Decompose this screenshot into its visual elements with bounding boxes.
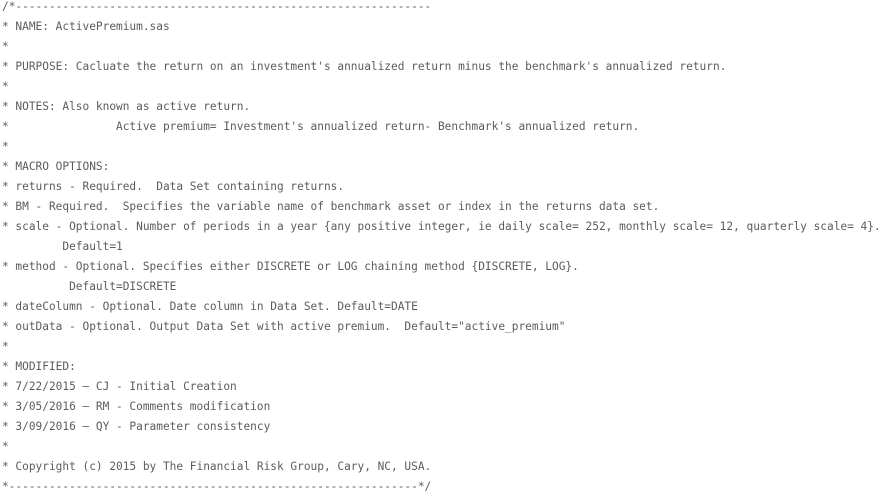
code-line: * xyxy=(2,140,9,153)
code-line: * BM - Required. Specifies the variable … xyxy=(2,200,660,213)
code-line: * returns - Required. Data Set containin… xyxy=(2,180,345,193)
code-line: * xyxy=(2,440,9,453)
code-line: * xyxy=(2,80,9,93)
code-line: * Active premium= Investment's annualize… xyxy=(2,120,640,133)
code-line: * PURPOSE: Cacluate the return on an inv… xyxy=(2,60,727,73)
code-line: * NOTES: Also known as active return. xyxy=(2,100,251,113)
code-line: * 3/05/2016 – RM - Comments modification xyxy=(2,400,271,413)
code-line: * MODIFIED: xyxy=(2,360,76,373)
code-line: Default=DISCRETE xyxy=(2,280,177,293)
code-line: Default=1 xyxy=(2,240,123,253)
code-line: * xyxy=(2,40,9,53)
code-line: *---------------------------------------… xyxy=(2,480,432,493)
code-line: * outData - Optional. Output Data Set wi… xyxy=(2,320,566,333)
code-line: * dateColumn - Optional. Date column in … xyxy=(2,300,418,313)
code-line: * method - Optional. Specifies either DI… xyxy=(2,260,579,273)
code-line: * Copyright (c) 2015 by The Financial Ri… xyxy=(2,460,432,473)
code-line: * 7/22/2015 – CJ - Initial Creation xyxy=(2,380,237,393)
code-line: * scale - Optional. Number of periods in… xyxy=(2,220,878,233)
code-line: * MACRO OPTIONS: xyxy=(2,160,110,173)
code-line: * NAME: ActivePremium.sas xyxy=(2,20,170,33)
code-line: /*--------------------------------------… xyxy=(2,0,432,13)
code-line: * xyxy=(2,340,9,353)
code-line: * 3/09/2016 – QY - Parameter consistency xyxy=(2,420,271,433)
code-viewer: /*--------------------------------------… xyxy=(0,0,878,497)
